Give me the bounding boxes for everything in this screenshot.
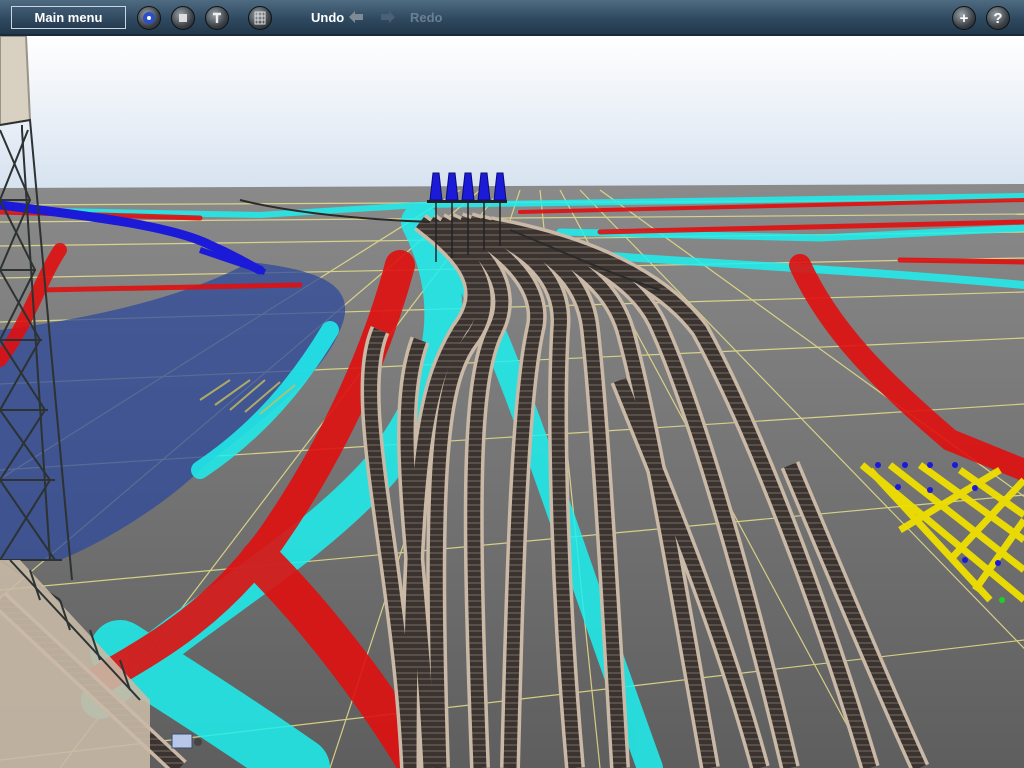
wrench-icon[interactable] [205,6,229,30]
sky [0,36,1024,191]
main-menu-button[interactable]: Main menu [11,6,126,29]
arrow-right-icon[interactable] [380,10,396,28]
compass-icon[interactable] [137,6,161,30]
3d-viewport[interactable] [0,0,1024,768]
top-toolbar: Main menu Undo Redo + ? [0,0,1024,36]
help-glyph: ? [993,9,1003,27]
undo-button[interactable]: Undo [311,10,344,25]
redo-button[interactable]: Redo [410,10,443,25]
arrow-left-icon[interactable] [348,10,364,28]
help-icon[interactable]: ? [986,6,1010,30]
stop-icon[interactable] [171,6,195,30]
plus-icon[interactable]: + [952,6,976,30]
grid-icon[interactable] [248,6,272,30]
plus-glyph: + [959,9,969,27]
